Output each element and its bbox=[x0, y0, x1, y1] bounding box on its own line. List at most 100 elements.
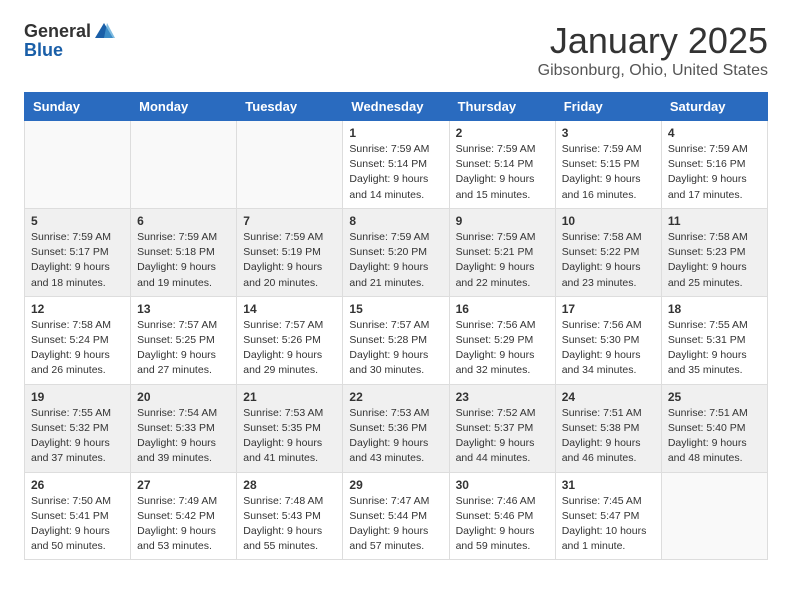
day-number: 31 bbox=[562, 478, 655, 492]
logo-general-text: General bbox=[24, 21, 91, 42]
day-info: Sunrise: 7:53 AM Sunset: 5:35 PM Dayligh… bbox=[243, 406, 336, 467]
calendar-week-4: 19 Sunrise: 7:55 AM Sunset: 5:32 PM Dayli… bbox=[25, 384, 768, 472]
calendar-cell-1-1 bbox=[25, 121, 131, 209]
day-number: 23 bbox=[456, 390, 549, 404]
day-number: 10 bbox=[562, 214, 655, 228]
calendar-week-5: 26Sunrise: 7:50 AM Sunset: 5:41 PM Dayli… bbox=[25, 472, 768, 560]
day-number: 22 bbox=[349, 390, 442, 404]
calendar-cell-1-4: 1Sunrise: 7:59 AM Sunset: 5:14 PM Daylig… bbox=[343, 121, 449, 209]
calendar-cell-2-1: 5 Sunrise: 7:59 AM Sunset: 5:17 PM Daylig… bbox=[25, 208, 131, 296]
day-number: 3 bbox=[562, 126, 655, 140]
day-info: Sunrise: 7:55 AM Sunset: 5:31 PM Dayligh… bbox=[668, 318, 761, 379]
day-number: 28 bbox=[243, 478, 336, 492]
header: General Blue January 2025 Gibsonburg, Oh… bbox=[24, 20, 768, 80]
calendar-cell-3-4: 15Sunrise: 7:57 AM Sunset: 5:28 PM Dayli… bbox=[343, 296, 449, 384]
day-number: 25 bbox=[668, 390, 761, 404]
day-info: Sunrise: 7:58 AM Sunset: 5:22 PM Dayligh… bbox=[562, 230, 655, 291]
day-info: Sunrise: 7:53 AM Sunset: 5:36 PM Dayligh… bbox=[349, 406, 442, 467]
calendar-cell-5-5: 30Sunrise: 7:46 AM Sunset: 5:46 PM Dayli… bbox=[449, 472, 555, 560]
day-number: 17 bbox=[562, 302, 655, 316]
calendar-cell-2-7: 11Sunrise: 7:58 AM Sunset: 5:23 PM Dayli… bbox=[661, 208, 767, 296]
day-info: Sunrise: 7:59 AM Sunset: 5:14 PM Dayligh… bbox=[349, 142, 442, 203]
day-number: 5 bbox=[31, 214, 124, 228]
day-info: Sunrise: 7:45 AM Sunset: 5:47 PM Dayligh… bbox=[562, 494, 655, 555]
day-info: Sunrise: 7:46 AM Sunset: 5:46 PM Dayligh… bbox=[456, 494, 549, 555]
calendar-cell-3-3: 14Sunrise: 7:57 AM Sunset: 5:26 PM Dayli… bbox=[237, 296, 343, 384]
day-info: Sunrise: 7:59 AM Sunset: 5:14 PM Dayligh… bbox=[456, 142, 549, 203]
calendar-cell-1-3 bbox=[237, 121, 343, 209]
day-number: 19 bbox=[31, 390, 124, 404]
day-number: 13 bbox=[137, 302, 230, 316]
calendar-cell-1-7: 4Sunrise: 7:59 AM Sunset: 5:16 PM Daylig… bbox=[661, 121, 767, 209]
page: General Blue January 2025 Gibsonburg, Oh… bbox=[0, 0, 792, 580]
col-wednesday: Wednesday bbox=[343, 93, 449, 121]
calendar-cell-4-6: 24Sunrise: 7:51 AM Sunset: 5:38 PM Dayli… bbox=[555, 384, 661, 472]
day-number: 16 bbox=[456, 302, 549, 316]
day-number: 27 bbox=[137, 478, 230, 492]
day-number: 11 bbox=[668, 214, 761, 228]
col-monday: Monday bbox=[131, 93, 237, 121]
day-info: Sunrise: 7:55 AM Sunset: 5:32 PM Dayligh… bbox=[31, 406, 124, 467]
calendar-cell-3-6: 17 Sunrise: 7:56 AM Sunset: 5:30 PM Dayli… bbox=[555, 296, 661, 384]
calendar-cell-3-1: 12Sunrise: 7:58 AM Sunset: 5:24 PM Dayli… bbox=[25, 296, 131, 384]
calendar-cell-2-6: 10 Sunrise: 7:58 AM Sunset: 5:22 PM Dayli… bbox=[555, 208, 661, 296]
day-info: Sunrise: 7:59 AM Sunset: 5:19 PM Dayligh… bbox=[243, 230, 336, 291]
day-info: Sunrise: 7:57 AM Sunset: 5:26 PM Dayligh… bbox=[243, 318, 336, 379]
logo-icon bbox=[93, 20, 115, 42]
day-info: Sunrise: 7:59 AM Sunset: 5:20 PM Dayligh… bbox=[349, 230, 442, 291]
day-number: 8 bbox=[349, 214, 442, 228]
calendar-cell-3-5: 16 Sunrise: 7:56 AM Sunset: 5:29 PM Dayli… bbox=[449, 296, 555, 384]
calendar-cell-2-4: 8 Sunrise: 7:59 AM Sunset: 5:20 PM Daylig… bbox=[343, 208, 449, 296]
calendar-cell-5-2: 27 Sunrise: 7:49 AM Sunset: 5:42 PM Dayli… bbox=[131, 472, 237, 560]
day-number: 6 bbox=[137, 214, 230, 228]
calendar-cell-4-7: 25 Sunrise: 7:51 AM Sunset: 5:40 PM Dayli… bbox=[661, 384, 767, 472]
day-info: Sunrise: 7:51 AM Sunset: 5:40 PM Dayligh… bbox=[668, 406, 761, 467]
day-info: Sunrise: 7:59 AM Sunset: 5:17 PM Dayligh… bbox=[31, 230, 124, 291]
day-info: Sunrise: 7:54 AM Sunset: 5:33 PM Dayligh… bbox=[137, 406, 230, 467]
day-info: Sunrise: 7:59 AM Sunset: 5:21 PM Dayligh… bbox=[456, 230, 549, 291]
day-info: Sunrise: 7:59 AM Sunset: 5:15 PM Dayligh… bbox=[562, 142, 655, 203]
logo-blue-text: Blue bbox=[24, 40, 63, 61]
day-number: 20 bbox=[137, 390, 230, 404]
day-info: Sunrise: 7:56 AM Sunset: 5:29 PM Dayligh… bbox=[456, 318, 549, 379]
day-number: 4 bbox=[668, 126, 761, 140]
day-info: Sunrise: 7:48 AM Sunset: 5:43 PM Dayligh… bbox=[243, 494, 336, 555]
day-info: Sunrise: 7:47 AM Sunset: 5:44 PM Dayligh… bbox=[349, 494, 442, 555]
calendar-header-row: Sunday Monday Tuesday Wednesday Thursday… bbox=[25, 93, 768, 121]
calendar-cell-5-1: 26Sunrise: 7:50 AM Sunset: 5:41 PM Dayli… bbox=[25, 472, 131, 560]
day-number: 26 bbox=[31, 478, 124, 492]
calendar-cell-4-1: 19 Sunrise: 7:55 AM Sunset: 5:32 PM Dayli… bbox=[25, 384, 131, 472]
calendar-week-2: 5 Sunrise: 7:59 AM Sunset: 5:17 PM Daylig… bbox=[25, 208, 768, 296]
calendar-cell-5-3: 28 Sunrise: 7:48 AM Sunset: 5:43 PM Dayli… bbox=[237, 472, 343, 560]
day-info: Sunrise: 7:49 AM Sunset: 5:42 PM Dayligh… bbox=[137, 494, 230, 555]
day-info: Sunrise: 7:52 AM Sunset: 5:37 PM Dayligh… bbox=[456, 406, 549, 467]
day-number: 7 bbox=[243, 214, 336, 228]
title-area: January 2025 Gibsonburg, Ohio, United St… bbox=[538, 20, 768, 80]
calendar-week-3: 12Sunrise: 7:58 AM Sunset: 5:24 PM Dayli… bbox=[25, 296, 768, 384]
day-number: 9 bbox=[456, 214, 549, 228]
day-number: 18 bbox=[668, 302, 761, 316]
day-info: Sunrise: 7:59 AM Sunset: 5:18 PM Dayligh… bbox=[137, 230, 230, 291]
col-friday: Friday bbox=[555, 93, 661, 121]
month-title: January 2025 bbox=[538, 20, 768, 62]
col-tuesday: Tuesday bbox=[237, 93, 343, 121]
day-number: 29 bbox=[349, 478, 442, 492]
calendar-cell-4-2: 20 Sunrise: 7:54 AM Sunset: 5:33 PM Dayli… bbox=[131, 384, 237, 472]
day-info: Sunrise: 7:57 AM Sunset: 5:25 PM Dayligh… bbox=[137, 318, 230, 379]
calendar-cell-1-5: 2 Sunrise: 7:59 AM Sunset: 5:14 PM Daylig… bbox=[449, 121, 555, 209]
calendar-cell-2-5: 9 Sunrise: 7:59 AM Sunset: 5:21 PM Daylig… bbox=[449, 208, 555, 296]
calendar-week-1: 1Sunrise: 7:59 AM Sunset: 5:14 PM Daylig… bbox=[25, 121, 768, 209]
calendar-table: Sunday Monday Tuesday Wednesday Thursday… bbox=[24, 92, 768, 560]
col-thursday: Thursday bbox=[449, 93, 555, 121]
col-saturday: Saturday bbox=[661, 93, 767, 121]
day-info: Sunrise: 7:57 AM Sunset: 5:28 PM Dayligh… bbox=[349, 318, 442, 379]
calendar-cell-5-7 bbox=[661, 472, 767, 560]
day-info: Sunrise: 7:56 AM Sunset: 5:30 PM Dayligh… bbox=[562, 318, 655, 379]
calendar-cell-4-3: 21 Sunrise: 7:53 AM Sunset: 5:35 PM Dayli… bbox=[237, 384, 343, 472]
calendar-cell-1-6: 3 Sunrise: 7:59 AM Sunset: 5:15 PM Daylig… bbox=[555, 121, 661, 209]
day-number: 2 bbox=[456, 126, 549, 140]
calendar-cell-1-2 bbox=[131, 121, 237, 209]
day-number: 21 bbox=[243, 390, 336, 404]
calendar-cell-4-4: 22 Sunrise: 7:53 AM Sunset: 5:36 PM Dayli… bbox=[343, 384, 449, 472]
calendar-cell-3-2: 13 Sunrise: 7:57 AM Sunset: 5:25 PM Dayli… bbox=[131, 296, 237, 384]
